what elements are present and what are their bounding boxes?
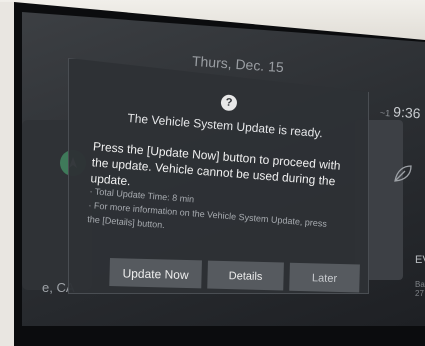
leaf-icon — [394, 165, 412, 182]
ev-label: EV — [415, 254, 425, 266]
clock-prefix: ~1 — [380, 107, 391, 119]
later-button[interactable]: Later — [289, 262, 360, 293]
details-button[interactable]: Details — [207, 260, 284, 291]
page-indicator — [258, 322, 293, 326]
clock: ~1 9:36 — [380, 103, 422, 122]
battery-label: Batt 27 — [415, 280, 425, 298]
update-now-button[interactable]: Update Now — [109, 258, 202, 289]
date-label: Thurs, Dec. 15 — [191, 52, 285, 76]
clock-time: 9:36 — [393, 103, 422, 122]
